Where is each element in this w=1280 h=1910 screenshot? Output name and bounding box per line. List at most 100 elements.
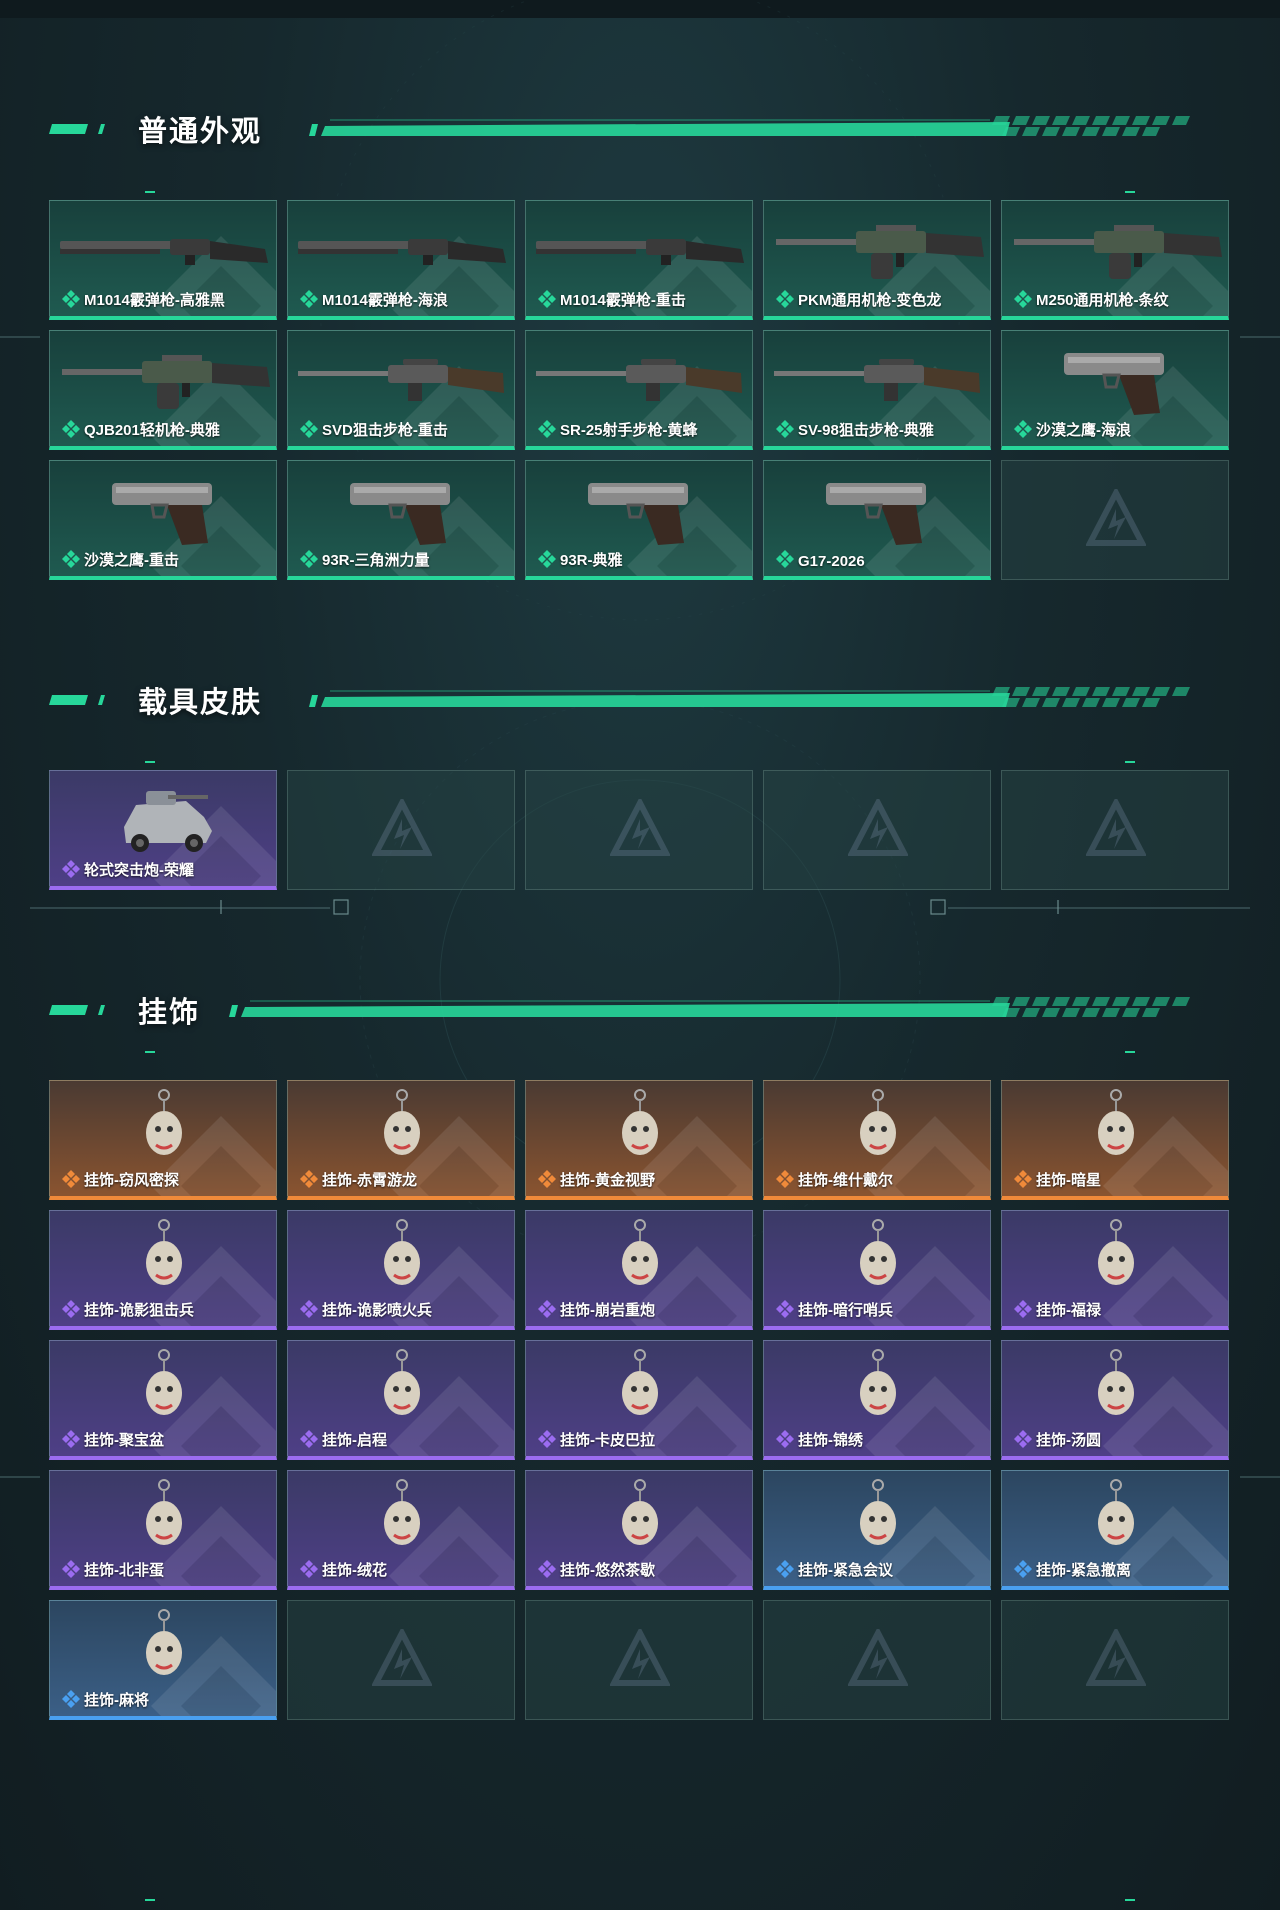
rarity-badge-icon xyxy=(538,1170,556,1188)
rarity-badge-icon xyxy=(62,1300,80,1318)
item-card[interactable]: G17-2026 xyxy=(763,460,991,580)
charm-icon xyxy=(384,1219,420,1285)
item-card[interactable]: 93R-三角洲力量 xyxy=(287,460,515,580)
logo-icon xyxy=(1086,489,1146,546)
item-card[interactable]: 挂饰-悠然茶歇 xyxy=(525,1470,753,1590)
item-card[interactable]: 挂饰-绒花 xyxy=(287,1470,515,1590)
item-card[interactable]: 挂饰-维什戴尔 xyxy=(763,1080,991,1200)
item-card[interactable]: SVD狙击步枪-重击 xyxy=(287,330,515,450)
section-title-vehicle-skins: 载具皮肤 xyxy=(138,687,263,719)
item-card[interactable]: 挂饰-暗星 xyxy=(1001,1080,1229,1200)
rarity-badge-icon xyxy=(300,1300,318,1318)
pistol-icon xyxy=(350,483,450,545)
item-card[interactable]: 挂饰-北非蛋 xyxy=(49,1470,277,1590)
item-card[interactable]: 挂饰-福禄 xyxy=(1001,1210,1229,1330)
charm-icon xyxy=(860,1479,896,1545)
empty-slot xyxy=(1001,460,1229,580)
item-card[interactable]: 挂饰-麻将 xyxy=(49,1600,277,1720)
item-card[interactable]: 挂饰-崩岩重炮 xyxy=(525,1210,753,1330)
item-card[interactable]: 挂饰-赤霄游龙 xyxy=(287,1080,515,1200)
rarity-badge-icon xyxy=(62,420,80,438)
item-card[interactable]: 93R-典雅 xyxy=(525,460,753,580)
pistol-icon xyxy=(588,483,688,545)
common-skins-grid: M1014霰弹枪-高雅黑 M1014霰弹枪-海浪 M1014霰弹枪-重击 PKM通用机… xyxy=(49,200,1229,580)
item-card[interactable]: M1014霰弹枪-重击 xyxy=(525,200,753,320)
item-card[interactable]: 挂饰-紧急撤离 xyxy=(1001,1470,1229,1590)
empty-slot xyxy=(287,770,515,890)
rarity-badge-icon xyxy=(538,420,556,438)
charm-icon xyxy=(146,1349,182,1415)
charm-icon xyxy=(384,1349,420,1415)
item-label: M1014霰弹枪-重击 xyxy=(560,292,686,309)
item-card[interactable]: M250通用机枪-条纹 xyxy=(1001,200,1229,320)
item-label: 挂饰-崩岩重炮 xyxy=(560,1302,655,1319)
item-card[interactable]: 挂饰-聚宝盆 xyxy=(49,1340,277,1460)
item-card[interactable]: PKM通用机枪-变色龙 xyxy=(763,200,991,320)
item-card[interactable]: 挂饰-汤圆 xyxy=(1001,1340,1229,1460)
rarity-badge-icon xyxy=(538,290,556,308)
item-card[interactable]: QJB201轻机枪-典雅 xyxy=(49,330,277,450)
item-label: SVD狙击步枪-重击 xyxy=(322,422,448,439)
empty-slot xyxy=(763,1600,991,1720)
machine-gun-icon xyxy=(776,225,984,279)
rarity-badge-icon xyxy=(62,1560,80,1578)
logo-icon xyxy=(610,799,670,856)
item-card[interactable]: 挂饰-紧急会议 xyxy=(763,1470,991,1590)
item-label: QJB201轻机枪-典雅 xyxy=(84,422,220,439)
charm-icon xyxy=(622,1219,658,1285)
item-label: 93R-典雅 xyxy=(560,552,623,569)
machine-gun-icon xyxy=(1014,225,1222,279)
item-label: 挂饰-窃风密探 xyxy=(84,1172,179,1189)
logo-icon xyxy=(372,799,432,856)
rifle-icon xyxy=(298,359,504,401)
item-card[interactable]: 挂饰-暗行哨兵 xyxy=(763,1210,991,1330)
item-label: 挂饰-麻将 xyxy=(84,1692,149,1709)
item-card[interactable]: 挂饰-诡影喷火兵 xyxy=(287,1210,515,1330)
rarity-badge-icon xyxy=(538,1430,556,1448)
item-label: 挂饰-汤圆 xyxy=(1036,1432,1101,1449)
item-card[interactable]: M1014霰弹枪-海浪 xyxy=(287,200,515,320)
logo-icon xyxy=(1086,1629,1146,1686)
charm-icon xyxy=(622,1349,658,1415)
item-label: 挂饰-紧急会议 xyxy=(798,1562,893,1579)
rifle-icon xyxy=(536,359,742,401)
charm-icon xyxy=(146,1219,182,1285)
empty-slot xyxy=(525,770,753,890)
item-label: 挂饰-诡影狙击兵 xyxy=(84,1302,194,1319)
rarity-badge-icon xyxy=(300,1560,318,1578)
item-card[interactable]: 轮式突击炮-荣耀 xyxy=(49,770,277,890)
rarity-badge-icon xyxy=(1014,420,1032,438)
item-card[interactable]: SV-98狙击步枪-典雅 xyxy=(763,330,991,450)
charm-icon xyxy=(1098,1479,1134,1545)
pistol-icon xyxy=(826,483,926,545)
empty-slot xyxy=(1001,1600,1229,1720)
item-card[interactable]: SR-25射手步枪-黄蜂 xyxy=(525,330,753,450)
item-card[interactable]: 挂饰-锦绣 xyxy=(763,1340,991,1460)
item-card[interactable]: 挂饰-黄金视野 xyxy=(525,1080,753,1200)
item-label: 挂饰-诡影喷火兵 xyxy=(322,1302,432,1319)
shotgun-icon xyxy=(298,239,506,265)
vehicle-icon xyxy=(124,791,212,852)
charm-icon xyxy=(622,1089,658,1155)
charms-grid: 挂饰-窃风密探 挂饰-赤霄游龙 挂饰-黄金视野 挂饰-维什戴尔 挂饰-暗星挂饰-诡影狙击… xyxy=(49,1080,1229,1720)
item-card[interactable]: M1014霰弹枪-高雅黑 xyxy=(49,200,277,320)
charm-icon xyxy=(1098,1349,1134,1415)
item-card[interactable]: 挂饰-诡影狙击兵 xyxy=(49,1210,277,1330)
rarity-badge-icon xyxy=(62,550,80,568)
item-label: SV-98狙击步枪-典雅 xyxy=(798,422,934,439)
rarity-badge-icon xyxy=(1014,1300,1032,1318)
item-card[interactable]: 挂饰-卡皮巴拉 xyxy=(525,1340,753,1460)
item-card[interactable]: 挂饰-窃风密探 xyxy=(49,1080,277,1200)
item-label: PKM通用机枪-变色龙 xyxy=(798,292,942,309)
pistol-icon xyxy=(1064,353,1164,415)
item-label: 沙漠之鹰-重击 xyxy=(84,552,179,569)
rarity-badge-icon xyxy=(62,1170,80,1188)
item-label: 挂饰-启程 xyxy=(322,1432,387,1449)
charm-icon xyxy=(146,1609,182,1675)
item-card[interactable]: 沙漠之鹰-重击 xyxy=(49,460,277,580)
rarity-badge-icon xyxy=(776,1300,794,1318)
item-card[interactable]: 沙漠之鹰-海浪 xyxy=(1001,330,1229,450)
rarity-badge-icon xyxy=(300,290,318,308)
rarity-badge-icon xyxy=(538,1300,556,1318)
item-card[interactable]: 挂饰-启程 xyxy=(287,1340,515,1460)
